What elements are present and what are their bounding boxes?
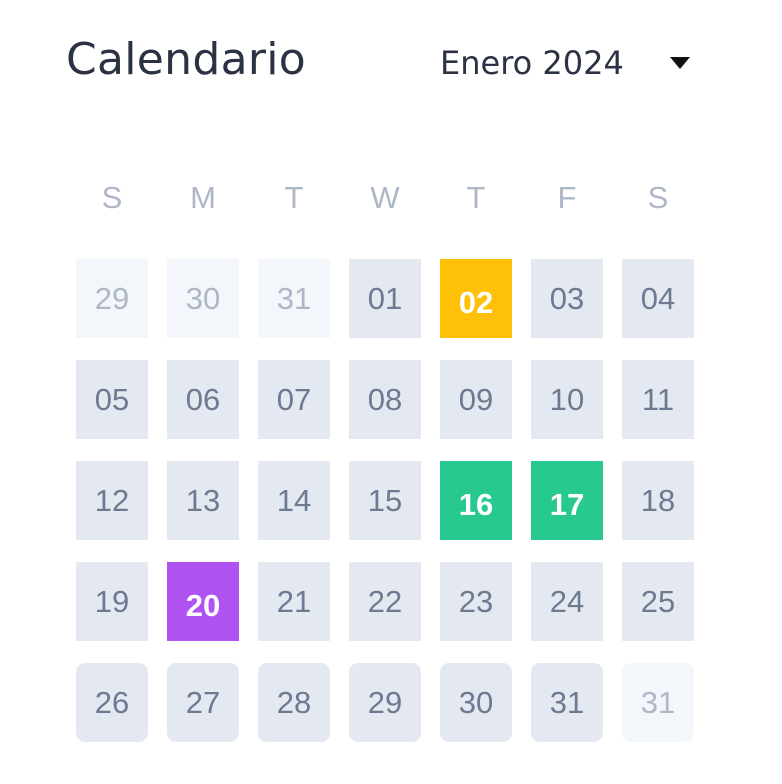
month-select-label: Enero 2024 (440, 44, 624, 82)
day-cell[interactable]: 21 (258, 562, 330, 641)
day-cell[interactable]: 19 (76, 562, 148, 641)
day-cell[interactable]: 13 (167, 461, 239, 540)
day-cell[interactable]: 10 (531, 360, 603, 439)
day-cell[interactable]: 08 (349, 360, 421, 439)
weekday-label: T (466, 180, 486, 215)
weekday-label: F (557, 180, 577, 215)
page-title: Calendario (66, 34, 306, 85)
weekday-label: T (284, 180, 304, 215)
day-cell[interactable]: 11 (622, 360, 694, 439)
day-cell[interactable]: 25 (622, 562, 694, 641)
day-cell[interactable]: 28 (258, 663, 330, 742)
day-cell-outside-month[interactable]: 30 (167, 259, 239, 338)
day-cell[interactable]: 09 (440, 360, 512, 439)
day-cell-outside-month[interactable]: 31 (622, 663, 694, 742)
day-cell[interactable]: 07 (258, 360, 330, 439)
chevron-down-icon[interactable] (670, 57, 690, 69)
day-cell[interactable]: 04 (622, 259, 694, 338)
day-cell-highlighted[interactable]: 17 (531, 461, 603, 540)
day-cell[interactable]: 18 (622, 461, 694, 540)
day-cell-outside-month[interactable]: 31 (258, 259, 330, 338)
day-cell[interactable]: 05 (76, 360, 148, 439)
day-cell[interactable]: 29 (349, 663, 421, 742)
day-cell[interactable]: 26 (76, 663, 148, 742)
month-select[interactable]: Enero 2024 (440, 44, 700, 88)
day-cell[interactable]: 23 (440, 562, 512, 641)
day-cell[interactable]: 30 (440, 663, 512, 742)
day-cell[interactable]: 12 (76, 461, 148, 540)
day-cell-highlighted[interactable]: 02 (440, 259, 512, 338)
day-cell[interactable]: 14 (258, 461, 330, 540)
day-cell-highlighted[interactable]: 16 (440, 461, 512, 540)
day-cell[interactable]: 03 (531, 259, 603, 338)
day-cell[interactable]: 15 (349, 461, 421, 540)
day-cell[interactable]: 31 (531, 663, 603, 742)
day-cell-outside-month[interactable]: 29 (76, 259, 148, 338)
weekday-label: M (190, 180, 216, 215)
weekday-label: W (370, 180, 400, 215)
weekday-label: S (101, 180, 123, 215)
day-cell[interactable]: 24 (531, 562, 603, 641)
day-cell[interactable]: 22 (349, 562, 421, 641)
day-cell[interactable]: 01 (349, 259, 421, 338)
day-cell-highlighted[interactable]: 20 (167, 562, 239, 641)
day-cell[interactable]: 06 (167, 360, 239, 439)
weekday-label: S (647, 180, 669, 215)
day-cell[interactable]: 27 (167, 663, 239, 742)
